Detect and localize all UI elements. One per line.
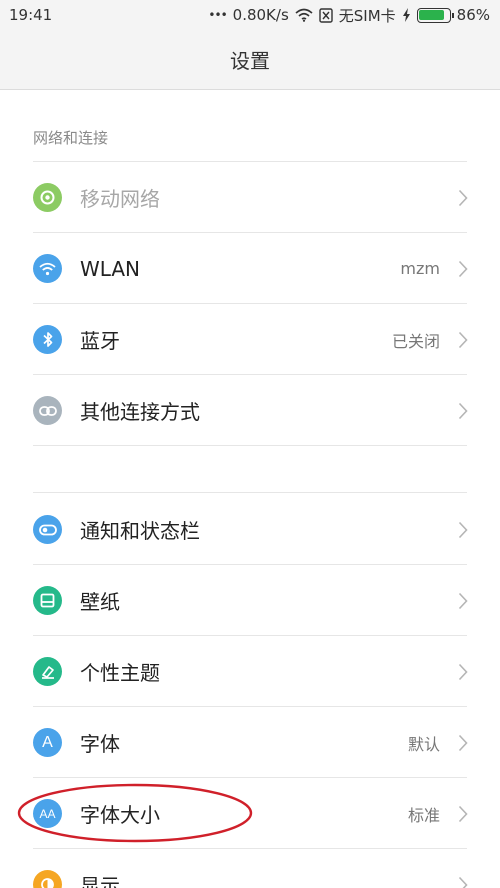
- settings-item-themes[interactable]: 个性主题: [0, 636, 500, 707]
- chevron-right-icon: [456, 591, 470, 611]
- font-icon-glyph: A: [42, 733, 53, 751]
- section-header-network: 网络和连接: [33, 129, 109, 147]
- settings-item-mobile-network[interactable]: 移动网络: [0, 162, 500, 233]
- status-bar: 19:41 ••• 0.80K/s 无SIM卡 86%: [0, 0, 500, 30]
- settings-item-value: 已关闭: [391, 331, 440, 351]
- settings-item-wlan[interactable]: WLAN mzm: [0, 233, 500, 304]
- settings-item-label: 个性主题: [80, 661, 160, 685]
- settings-item-other-connections[interactable]: 其他连接方式: [0, 375, 500, 446]
- settings-item-wallpaper[interactable]: 壁纸: [0, 565, 500, 636]
- link-icon: [33, 396, 62, 425]
- chevron-right-icon: [456, 662, 470, 682]
- settings-item-label: 字体大小: [80, 803, 160, 827]
- chevron-right-icon: [456, 520, 470, 540]
- settings-item-label: 字体: [80, 732, 120, 756]
- settings-item-label: 蓝牙: [80, 329, 120, 353]
- chevron-right-icon: [456, 330, 470, 350]
- display-icon: [33, 870, 62, 888]
- font-size-icon: AA: [33, 799, 62, 828]
- status-speed: 0.80K/s: [232, 6, 289, 24]
- settings-item-label: 显示: [80, 874, 120, 888]
- wifi-icon: [33, 254, 62, 283]
- bluetooth-icon: [33, 325, 62, 354]
- charging-icon: [402, 8, 411, 22]
- page-title: 设置: [230, 49, 270, 73]
- title-bar: 设置: [0, 30, 500, 90]
- toggle-icon: [33, 515, 62, 544]
- row-divider: [33, 445, 467, 446]
- chevron-right-icon: [456, 401, 470, 421]
- wallpaper-icon: [33, 586, 62, 615]
- settings-item-label: 通知和状态栏: [80, 519, 200, 543]
- settings-item-value: 默认: [407, 734, 440, 754]
- settings-item-bluetooth[interactable]: 蓝牙 已关闭: [0, 304, 500, 375]
- settings-item-label: 其他连接方式: [80, 400, 200, 424]
- chevron-right-icon: [456, 733, 470, 753]
- no-sim-icon: [319, 7, 333, 23]
- settings-item-label: WLAN: [80, 256, 141, 281]
- chevron-right-icon: [456, 259, 470, 279]
- settings-item-value: mzm: [400, 259, 440, 278]
- wifi-icon: [295, 8, 313, 22]
- chevron-right-icon: [456, 188, 470, 208]
- status-time: 19:41: [9, 6, 53, 24]
- settings-item-font[interactable]: A 字体 默认: [0, 707, 500, 778]
- mobile-network-icon: [33, 183, 62, 212]
- section-divider: [33, 492, 467, 493]
- status-battery-percent: 86%: [456, 6, 490, 24]
- settings-item-notifications[interactable]: 通知和状态栏: [0, 494, 500, 565]
- status-sim-text: 无SIM卡: [338, 6, 396, 25]
- settings-item-display[interactable]: 显示: [0, 849, 500, 888]
- font-size-icon-glyph: AA: [39, 806, 56, 821]
- theme-brush-icon: [33, 657, 62, 686]
- settings-item-value: 标准: [407, 805, 440, 825]
- battery-icon: [416, 7, 454, 23]
- font-icon: A: [33, 728, 62, 757]
- chevron-right-icon: [456, 804, 470, 824]
- settings-item-label: 壁纸: [80, 590, 120, 614]
- settings-item-label: 移动网络: [80, 187, 160, 211]
- battery-fill: [419, 10, 445, 20]
- status-dots: •••: [208, 8, 227, 22]
- chevron-right-icon: [456, 875, 470, 888]
- settings-item-font-size[interactable]: AA 字体大小 标准: [0, 778, 500, 849]
